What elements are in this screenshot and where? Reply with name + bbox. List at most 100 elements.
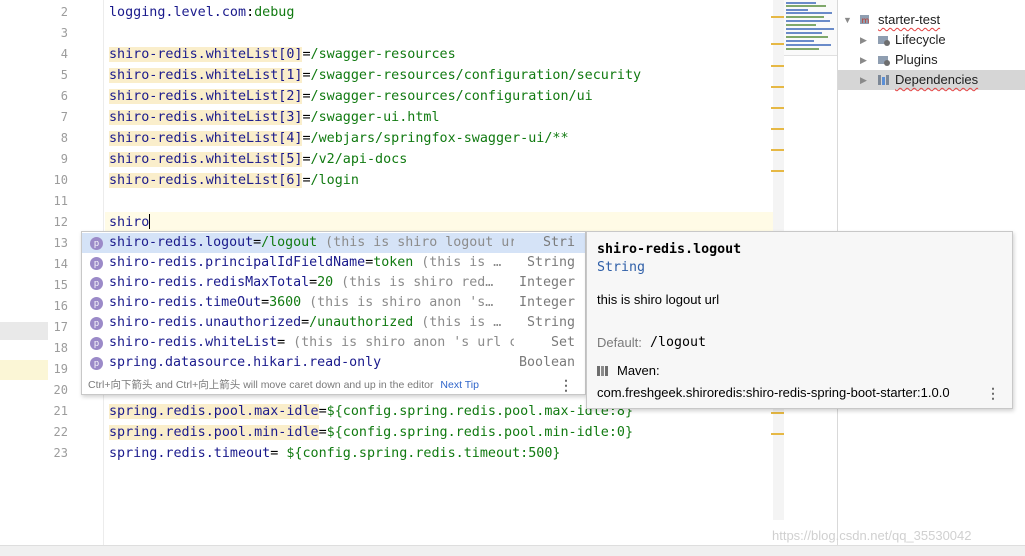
completion-item-name: shiro-redis.principalIdFieldName [109, 255, 366, 270]
warning-marker[interactable] [771, 128, 784, 130]
tree-item-root[interactable]: ▼ m starter-test [838, 10, 1025, 30]
completion-item-description: (this is … [413, 255, 502, 270]
completion-item[interactable]: p shiro-redis.redisMaxTotal=20 (this is s… [82, 273, 585, 293]
line-number: 18 [53, 341, 68, 355]
property-icon: p [90, 237, 103, 250]
more-options-icon[interactable]: ⋮ [559, 375, 573, 395]
current-line-highlight [105, 212, 773, 233]
completion-item-default: 20 [317, 275, 334, 290]
completion-item-type: Stri [542, 235, 575, 250]
line-number: 6 [60, 89, 68, 103]
chevron-down-icon[interactable]: ▼ [843, 10, 855, 30]
warning-marker[interactable] [771, 65, 784, 67]
completion-item-default: /logout [261, 235, 318, 250]
line-number: 15 [53, 278, 68, 292]
property-key: shiro [109, 215, 150, 230]
property-key: spring.redis.pool.min-idle [109, 425, 319, 440]
completion-item[interactable]: p shiro-redis.timeOut=3600 (this is shiro… [82, 293, 585, 313]
code-line[interactable]: spring.redis.pool.max-idle=${config.spri… [109, 401, 633, 422]
operator: = [270, 446, 287, 461]
code-line[interactable]: spring.redis.timeout= ${config.spring.re… [109, 443, 560, 464]
completion-item-description: (this is shiro red… [333, 275, 494, 290]
property-value: /swagger-resources/configuration/securit… [310, 68, 642, 83]
property-value: /swagger-ui.html [310, 110, 440, 125]
completion-item-description: (this is shiro anon 's… [301, 295, 494, 310]
warning-marker[interactable] [771, 412, 784, 414]
chevron-right-icon[interactable]: ▶ [860, 50, 872, 70]
property-value: /v2/api-docs [310, 152, 408, 167]
next-tip-link[interactable]: Next Tip [440, 379, 479, 391]
left-strip-marker [0, 322, 48, 340]
code-line[interactable]: shiro-redis.whiteList[3]=/swagger-ui.htm… [109, 107, 440, 128]
completion-item-text: shiro-redis.whiteList= (this is shiro an… [109, 333, 514, 353]
code-line[interactable]: shiro-redis.whiteList[1]=/swagger-resour… [109, 65, 641, 86]
warning-marker[interactable] [771, 170, 784, 172]
property-key: shiro-redis.whiteList[3] [109, 110, 303, 125]
text-caret [149, 214, 151, 229]
property-key: shiro-redis.whiteList[0] [109, 47, 303, 62]
plugins-icon [878, 56, 890, 66]
completion-item-default: /unauthorized [309, 315, 414, 330]
tree-item-label: Dependencies [895, 72, 979, 87]
code-line[interactable]: spring.redis.pool.min-idle=${config.spri… [109, 422, 633, 443]
completion-item[interactable]: p shiro-redis.unauthorized=/unauthorized … [82, 313, 585, 333]
warning-marker[interactable] [771, 43, 784, 45]
property-key: shiro-redis.whiteList[4] [109, 131, 303, 146]
warning-marker[interactable] [771, 149, 784, 151]
line-number: 20 [53, 383, 68, 397]
warning-marker[interactable] [771, 107, 784, 109]
minimap[interactable] [784, 0, 837, 56]
completion-item-name: spring.datasource.hikari.read-only [109, 355, 382, 370]
line-number: 21 [53, 404, 68, 418]
line-number: 3 [60, 26, 68, 40]
doc-property-type[interactable]: String [597, 260, 645, 275]
minimap-line [786, 36, 828, 38]
line-number: 2 [60, 5, 68, 19]
line-number: 16 [53, 299, 68, 313]
property-icon: p [90, 317, 103, 330]
completion-item-name: shiro-redis.timeOut [109, 295, 262, 310]
code-line[interactable]: shiro [109, 212, 151, 233]
svg-text:m: m [862, 16, 870, 25]
tree-item-label: starter-test [878, 12, 941, 27]
completion-item-type: Set [550, 335, 575, 350]
minimap-line [786, 5, 826, 7]
chevron-right-icon[interactable]: ▶ [860, 70, 872, 90]
line-number: 23 [53, 446, 68, 460]
line-number: 9 [60, 152, 68, 166]
completion-item[interactable]: p spring.datasource.hikari.read-only Boole… [82, 353, 585, 373]
completion-item-text: shiro-redis.principalIdFieldName=token (… [109, 253, 514, 273]
code-line[interactable]: shiro-redis.whiteList[5]=/v2/api-docs [109, 149, 407, 170]
tree-item-label: Lifecycle [895, 32, 946, 47]
property-value: ${config.spring.redis.pool.min-idle:0} [326, 425, 634, 440]
code-line[interactable]: shiro-redis.whiteList[2]=/swagger-resour… [109, 86, 593, 107]
completion-item-text: shiro-redis.redisMaxTotal=20 (this is sh… [109, 273, 514, 293]
warning-marker[interactable] [771, 16, 784, 18]
completion-item-operator: = [261, 295, 270, 310]
completion-item-type: String [526, 255, 575, 270]
completion-item[interactable]: p shiro-redis.whiteList= (this is shiro a… [82, 333, 585, 353]
documentation-popup[interactable]: shiro-redis.logout String this is shiro … [586, 231, 1013, 409]
tree-item-lifecycle[interactable]: ▶ Lifecycle [838, 30, 1025, 50]
minimap-line [786, 9, 808, 11]
operator: = [302, 173, 311, 188]
completion-item[interactable]: p shiro-redis.principalIdFieldName=token … [82, 253, 585, 273]
chevron-right-icon[interactable]: ▶ [860, 30, 872, 50]
code-line[interactable]: shiro-redis.whiteList[0]=/swagger-resour… [109, 44, 456, 65]
code-line[interactable]: shiro-redis.whiteList[6]=/login [109, 170, 359, 191]
warning-marker[interactable] [771, 86, 784, 88]
property-value: /swagger-resources [310, 47, 456, 62]
more-options-icon[interactable]: ⋮ [986, 385, 1000, 402]
warning-marker[interactable] [771, 433, 784, 435]
code-completion-popup[interactable]: p shiro-redis.logout=/logout (this is shi… [81, 231, 586, 395]
code-line[interactable]: shiro-redis.whiteList[4]=/webjars/spring… [109, 128, 569, 149]
completion-item-text: shiro-redis.unauthorized=/unauthorized (… [109, 313, 514, 333]
tree-item-dependencies[interactable]: ▶ Dependencies [838, 70, 1025, 90]
property-icon: p [90, 297, 103, 310]
code-line[interactable]: logging.level.com:debug [109, 2, 294, 23]
tree-item-plugins[interactable]: ▶ Plugins [838, 50, 1025, 70]
minimap-line [786, 28, 834, 30]
completion-item[interactable]: p shiro-redis.logout=/logout (this is shi… [82, 233, 585, 253]
property-key: spring.redis.timeout [109, 446, 271, 461]
line-number: 7 [60, 110, 68, 124]
